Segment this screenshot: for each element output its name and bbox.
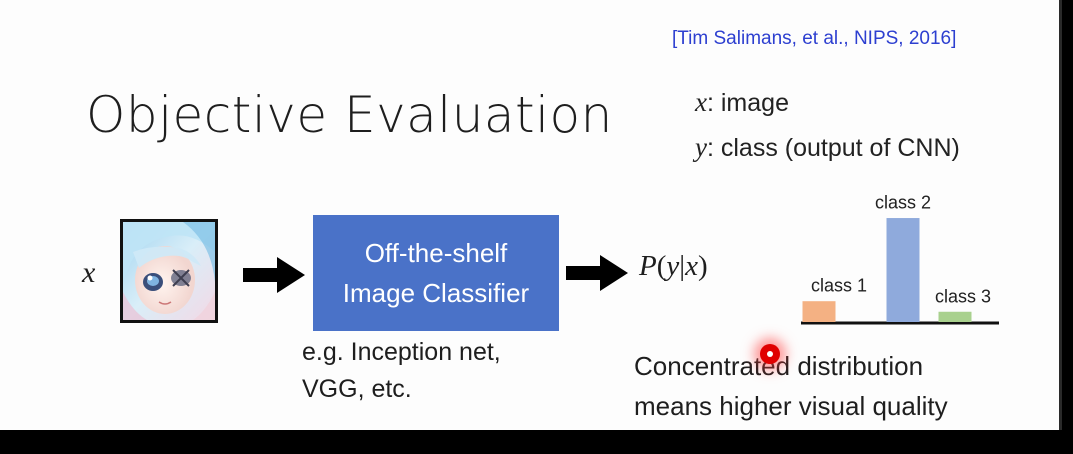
- classifier-label-line1: Off-the-shelf: [364, 238, 508, 268]
- bar-class-1: [802, 301, 836, 322]
- probability-expression: P(y|x): [639, 250, 708, 283]
- slide: [Tim Salimans, et al., NIPS, 2016] Objec…: [0, 0, 1062, 430]
- input-variable: x: [82, 256, 96, 289]
- conclusion-text: Concentrated distribution means higher v…: [634, 346, 1054, 426]
- conclusion-line2: means higher visual quality: [634, 391, 948, 421]
- image-classifier-box: Off-the-shelf Image Classifier: [313, 215, 559, 331]
- bar-class-2: [886, 218, 920, 322]
- definition-y: y: class (output of CNN): [695, 132, 960, 163]
- arrow-right-icon: [243, 257, 305, 293]
- definition-x-variable: x: [695, 87, 707, 117]
- prob-y: y: [666, 250, 680, 282]
- definition-y-text: : class (output of CNN): [706, 134, 960, 162]
- anime-face-image: [120, 219, 218, 323]
- bar-label-class-3: class 3: [935, 286, 991, 306]
- class-distribution-chart: class 1 class 2 class 3: [801, 193, 999, 325]
- conclusion-line1: Concentrated distribution: [634, 351, 924, 381]
- definition-y-variable: y: [695, 132, 707, 162]
- slide-title: Objective Evaluation: [86, 86, 613, 144]
- prob-p: P: [639, 250, 657, 282]
- anime-face-illustration: [123, 222, 215, 320]
- laser-pointer-center: [767, 351, 773, 357]
- arrow-right-icon: [566, 255, 628, 291]
- classifier-examples-line1: e.g. Inception net,: [302, 338, 501, 366]
- bar-class-3: [938, 311, 972, 323]
- prob-x: x: [685, 250, 698, 282]
- definition-x-text: : image: [706, 89, 789, 117]
- classifier-label-line2: Image Classifier: [342, 278, 530, 308]
- prob-open: (: [656, 250, 667, 282]
- definition-x: x: image: [695, 87, 789, 118]
- classifier-examples: e.g. Inception net, VGG, etc.: [302, 334, 562, 408]
- classifier-examples-line2: VGG, etc.: [302, 375, 412, 403]
- prob-close: ): [697, 250, 708, 282]
- citation: [Tim Salimans, et al., NIPS, 2016]: [672, 28, 957, 49]
- bar-label-class-1: class 1: [811, 276, 867, 296]
- bar-label-class-2: class 2: [875, 193, 931, 213]
